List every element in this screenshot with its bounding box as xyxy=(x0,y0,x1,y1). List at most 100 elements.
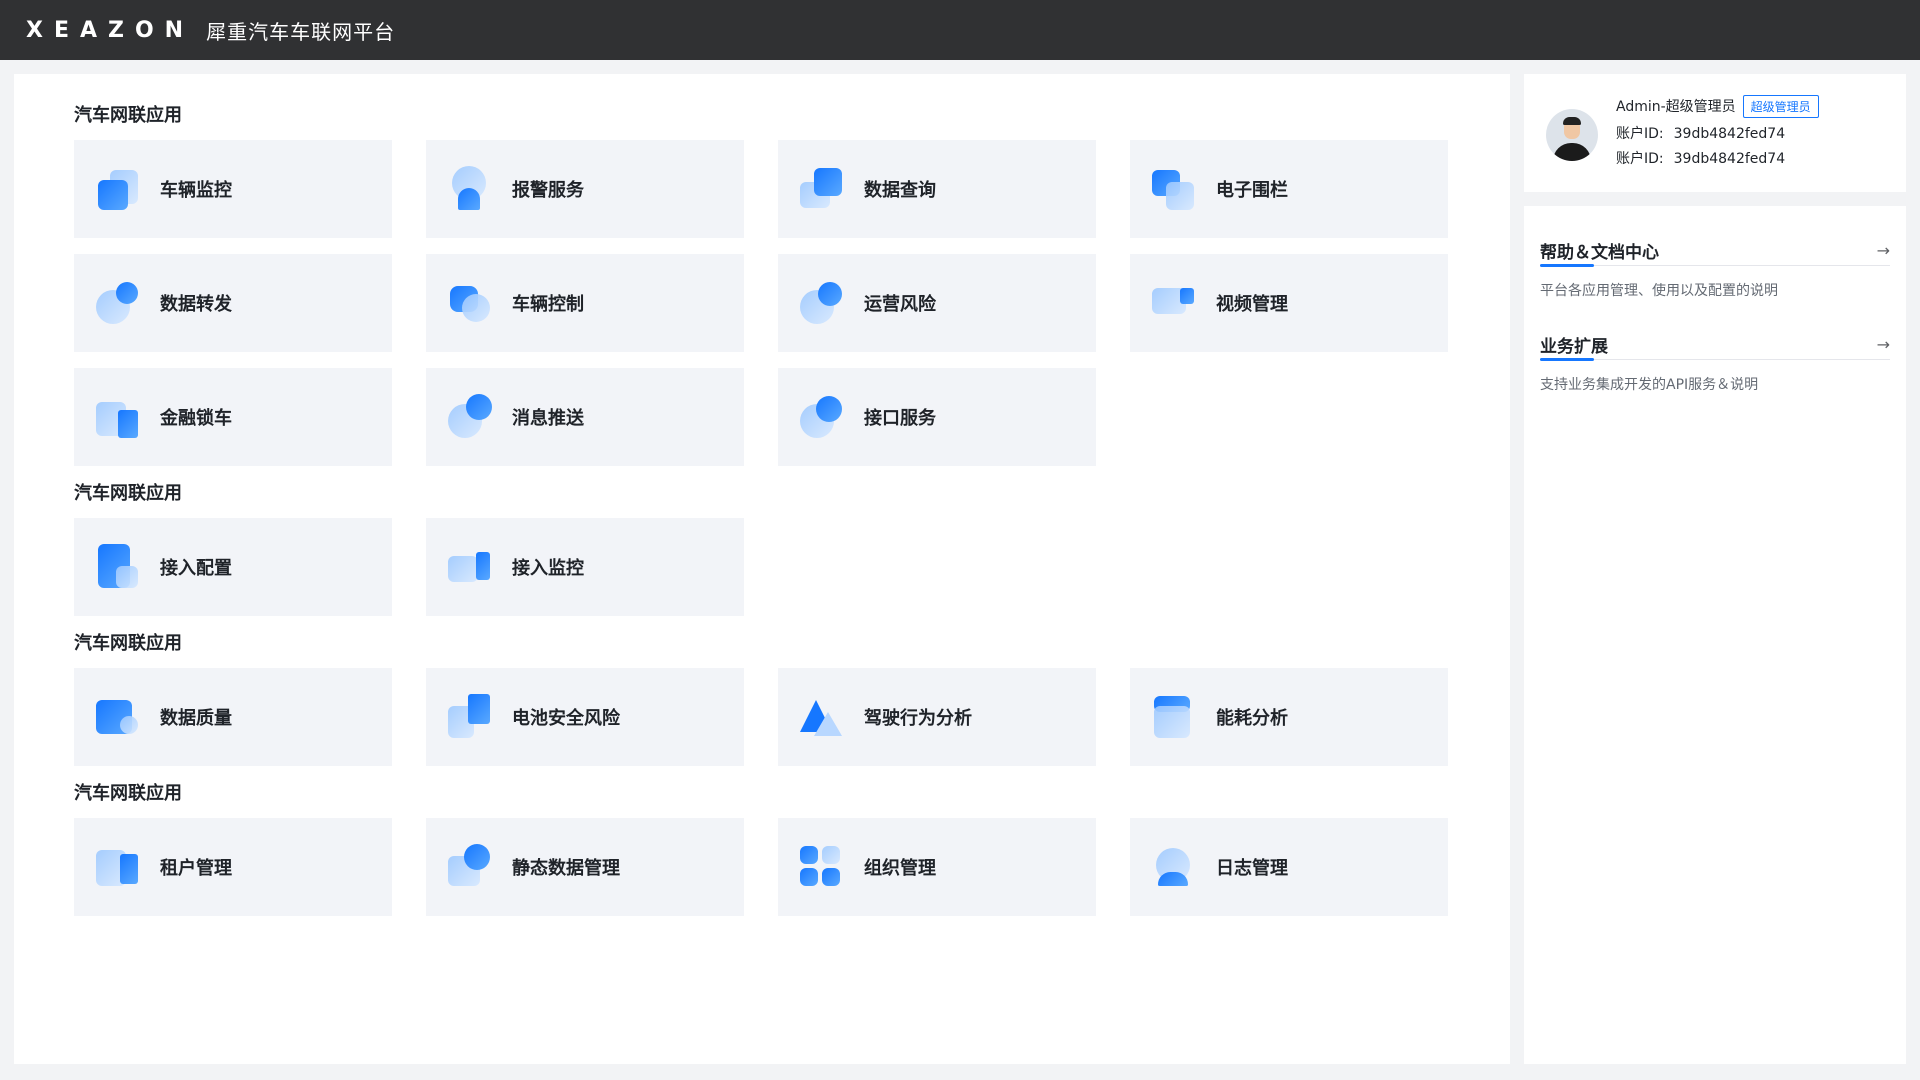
app-card-label: 视频管理 xyxy=(1216,294,1288,315)
profile-name-row: Admin-超级管理员 超级管理员 xyxy=(1616,94,1819,118)
geofence-icon xyxy=(1150,166,1196,212)
app-card-label: 接入配置 xyxy=(160,558,232,579)
brand-logo[interactable]: XEAZON xyxy=(26,18,194,43)
title-underline xyxy=(1540,264,1594,267)
user-name: Admin-超级管理员 xyxy=(1616,99,1736,115)
app-card-message-push[interactable]: 消息推送 xyxy=(426,368,744,466)
app-card-label: 运营风险 xyxy=(864,294,936,315)
data-quality-icon xyxy=(94,694,140,740)
docs-panel: 帮助＆文档中心 → 平台各应用管理、使用以及配置的说明 业务扩展 → 支持业务集… xyxy=(1524,206,1906,1064)
app-card-vehicle-monitor[interactable]: 车辆监控 xyxy=(74,140,392,238)
app-card-label: 日志管理 xyxy=(1216,858,1288,879)
account-id-label: 账户ID: xyxy=(1616,151,1664,167)
energy-analysis-icon xyxy=(1150,694,1196,740)
app-card-tenant-manage[interactable]: 租户管理 xyxy=(74,818,392,916)
app-grid-panel: 汽车网联应用 车辆监控 报警服务 数据查询 电子围栏 数据转发 车辆控制 运营风… xyxy=(14,74,1510,1064)
log-manage-icon xyxy=(1150,844,1196,890)
app-card-label: 数据查询 xyxy=(864,180,936,201)
account-id-label: 账户ID: xyxy=(1616,126,1664,142)
doc-description: 支持业务集成开发的API服务＆说明 xyxy=(1540,377,1759,393)
user-profile-card: Admin-超级管理员 超级管理员 账户ID: 39db4842fed74 账户I… xyxy=(1524,74,1906,192)
app-card-label: 金融锁车 xyxy=(160,408,232,429)
doc-title: 业务扩展 xyxy=(1540,337,1608,357)
app-card-label: 接入监控 xyxy=(512,558,584,579)
vehicle-monitor-icon xyxy=(94,166,140,212)
account-id-value: 39db4842fed74 xyxy=(1673,151,1786,167)
video-manage-icon xyxy=(1150,280,1196,326)
app-card-api-service[interactable]: 接口服务 xyxy=(778,368,1096,466)
app-card-label: 消息推送 xyxy=(512,408,584,429)
app-card-access-monitor[interactable]: 接入监控 xyxy=(426,518,744,616)
app-card-video-manage[interactable]: 视频管理 xyxy=(1130,254,1448,352)
access-config-icon xyxy=(94,544,140,590)
doc-header: 帮助＆文档中心 → xyxy=(1540,236,1890,267)
app-grid: 接入配置 接入监控 xyxy=(74,518,1494,632)
operation-risk-icon xyxy=(798,280,844,326)
role-badge: 超级管理员 xyxy=(1742,94,1819,118)
app-card-label: 车辆监控 xyxy=(160,180,232,201)
app-card-organization[interactable]: 组织管理 xyxy=(778,818,1096,916)
section-title: 汽车网联应用 xyxy=(74,633,182,654)
account-id-row: 账户ID: 39db4842fed74 xyxy=(1616,123,1819,143)
tenant-manage-icon xyxy=(94,844,140,890)
arrow-right-icon[interactable]: → xyxy=(1877,335,1890,354)
app-card-access-config[interactable]: 接入配置 xyxy=(74,518,392,616)
app-card-label: 能耗分析 xyxy=(1216,708,1288,729)
data-query-icon xyxy=(798,166,844,212)
finance-lock-icon xyxy=(94,394,140,440)
app-card-label: 驾驶行为分析 xyxy=(864,708,972,729)
app-card-battery-risk[interactable]: 电池安全风险 xyxy=(426,668,744,766)
app-card-label: 电子围栏 xyxy=(1216,180,1288,201)
app-card-label: 数据质量 xyxy=(160,708,232,729)
battery-risk-icon xyxy=(446,694,492,740)
right-panel: Admin-超级管理员 超级管理员 账户ID: 39db4842fed74 账户I… xyxy=(1524,74,1906,1064)
app-grid: 租户管理 静态数据管理 组织管理 日志管理 xyxy=(74,818,1494,932)
message-push-icon xyxy=(446,394,492,440)
platform-title: 犀重汽车车联网平台 xyxy=(206,19,396,44)
app-card-data-quality[interactable]: 数据质量 xyxy=(74,668,392,766)
profile-info: Admin-超级管理员 超级管理员 账户ID: 39db4842fed74 账户I… xyxy=(1616,94,1819,192)
title-underline xyxy=(1540,358,1594,361)
doc-description: 平台各应用管理、使用以及配置的说明 xyxy=(1540,283,1778,299)
app-card-operation-risk[interactable]: 运营风险 xyxy=(778,254,1096,352)
section-title: 汽车网联应用 xyxy=(74,783,182,804)
app-card-vehicle-control[interactable]: 车辆控制 xyxy=(426,254,744,352)
app-grid: 数据质量 电池安全风险 驾驶行为分析 能耗分析 xyxy=(74,668,1494,782)
app-card-label: 租户管理 xyxy=(160,858,232,879)
app-card-static-data[interactable]: 静态数据管理 xyxy=(426,818,744,916)
app-card-energy-analysis[interactable]: 能耗分析 xyxy=(1130,668,1448,766)
app-card-label: 组织管理 xyxy=(864,858,936,879)
doc-item-business-extension[interactable]: 业务扩展 → 支持业务集成开发的API服务＆说明 xyxy=(1540,330,1890,394)
app-card-finance-lock[interactable]: 金融锁车 xyxy=(74,368,392,466)
app-grid: 车辆监控 报警服务 数据查询 电子围栏 数据转发 车辆控制 运营风险 视频管理 … xyxy=(74,140,1494,482)
account-id-row: 账户ID: 39db4842fed74 xyxy=(1616,148,1819,168)
app-card-label: 电池安全风险 xyxy=(512,708,620,729)
app-card-label: 接口服务 xyxy=(864,408,936,429)
app-card-driving-analysis[interactable]: 驾驶行为分析 xyxy=(778,668,1096,766)
alarm-service-icon xyxy=(446,166,492,212)
doc-title: 帮助＆文档中心 xyxy=(1540,243,1659,263)
doc-item-help-center[interactable]: 帮助＆文档中心 → 平台各应用管理、使用以及配置的说明 xyxy=(1540,236,1890,300)
app-card-label: 静态数据管理 xyxy=(512,858,620,879)
app-card-log-manage[interactable]: 日志管理 xyxy=(1130,818,1448,916)
section-title: 汽车网联应用 xyxy=(74,483,182,504)
avatar[interactable] xyxy=(1546,109,1598,161)
organization-icon xyxy=(798,844,844,890)
doc-header: 业务扩展 → xyxy=(1540,330,1890,361)
access-monitor-icon xyxy=(446,544,492,590)
app-card-label: 报警服务 xyxy=(512,180,584,201)
top-bar: XEAZON 犀重汽车车联网平台 xyxy=(0,0,1920,60)
arrow-right-icon[interactable]: → xyxy=(1877,241,1890,260)
section-title: 汽车网联应用 xyxy=(74,105,182,126)
app-card-geofence[interactable]: 电子围栏 xyxy=(1130,140,1448,238)
api-service-icon xyxy=(798,394,844,440)
app-card-label: 车辆控制 xyxy=(512,294,584,315)
app-card-data-forward[interactable]: 数据转发 xyxy=(74,254,392,352)
vehicle-control-icon xyxy=(446,280,492,326)
driving-analysis-icon xyxy=(798,694,844,740)
static-data-icon xyxy=(446,844,492,890)
account-id-value: 39db4842fed74 xyxy=(1673,126,1786,142)
app-card-label: 数据转发 xyxy=(160,294,232,315)
app-card-data-query[interactable]: 数据查询 xyxy=(778,140,1096,238)
app-card-alarm-service[interactable]: 报警服务 xyxy=(426,140,744,238)
